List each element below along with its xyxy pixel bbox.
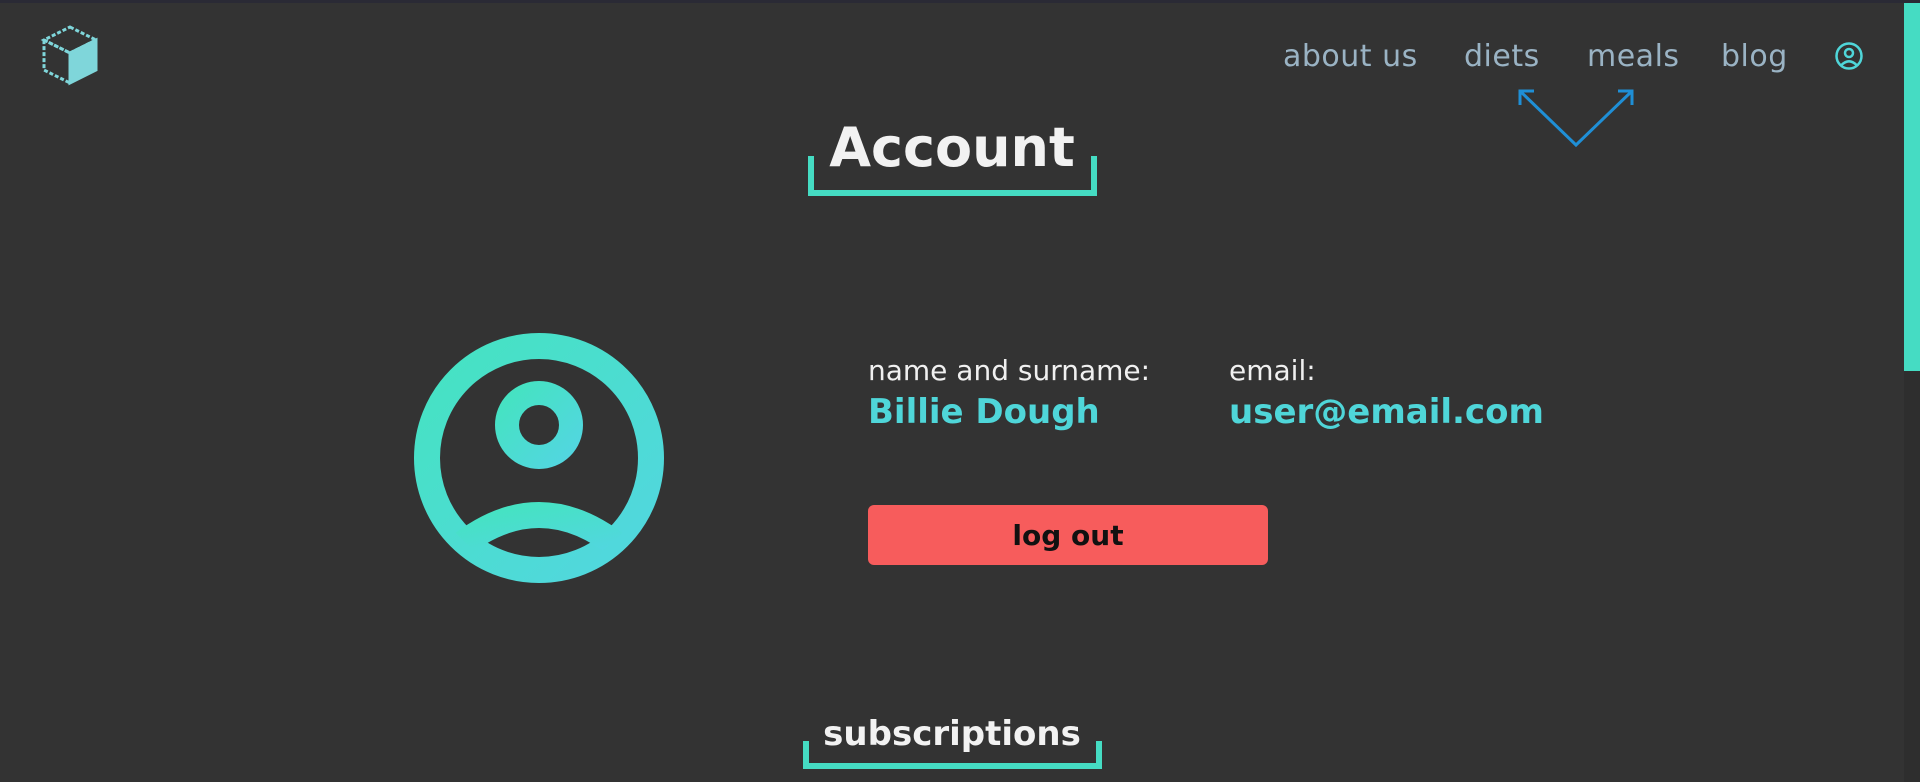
scrollbar-thumb[interactable] [1904,3,1920,371]
dropdown-arrow-icon [1518,89,1634,148]
user-circle-icon[interactable] [1834,41,1864,71]
nav-link-about-us[interactable]: about us [1283,37,1418,77]
main-nav: about us diets meals blog [0,37,1920,77]
user-avatar-icon [414,333,664,583]
title-underline-bracket [808,156,1097,196]
nav-link-meals[interactable]: meals [1587,37,1680,77]
scrollbar[interactable] [1904,3,1920,782]
account-page: about us diets meals blog Account name a… [0,0,1920,782]
name-value: Billie Dough [868,392,1100,432]
nav-link-diets[interactable]: diets [1464,37,1540,77]
nav-link-blog[interactable]: blog [1721,37,1788,77]
email-value: user@email.com [1229,392,1544,432]
logout-button[interactable]: log out [868,505,1268,565]
email-label: email: [1229,354,1316,387]
name-label: name and surname: [868,354,1151,387]
subscriptions-underline-bracket [803,741,1102,769]
